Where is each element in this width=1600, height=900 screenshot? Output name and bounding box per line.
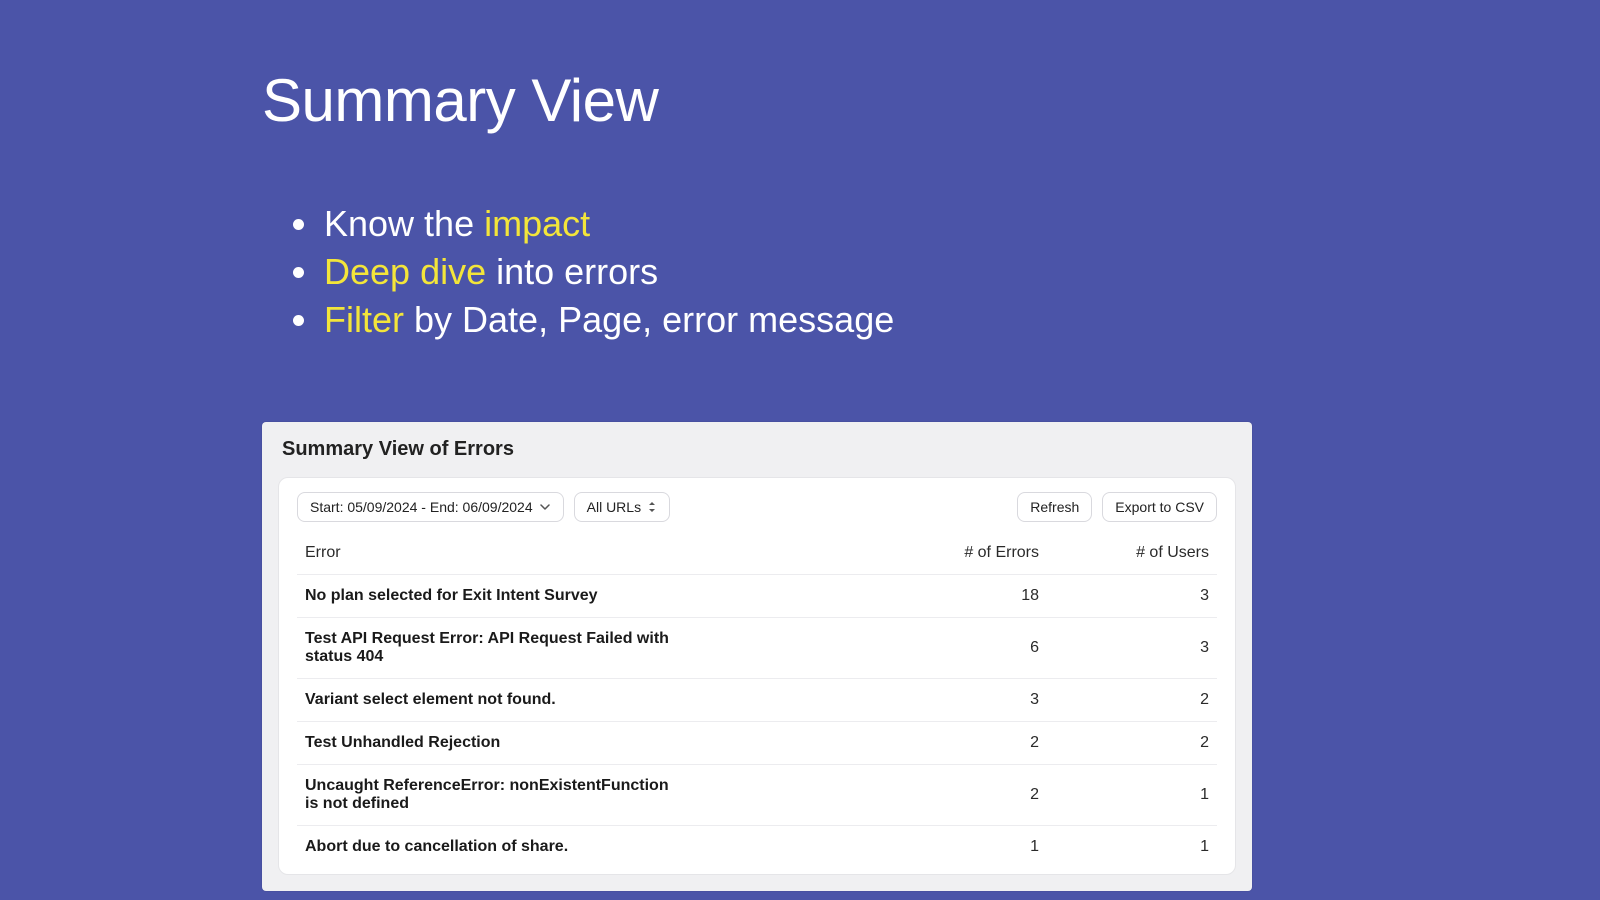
cell-error: Test Unhandled Rejection xyxy=(305,734,705,752)
sort-icon xyxy=(647,501,657,513)
bullet-highlight: impact xyxy=(484,203,590,244)
table-header: Error # of Errors # of Users xyxy=(297,532,1217,575)
cell-count: 1 xyxy=(869,838,1039,856)
cell-users: 2 xyxy=(1039,691,1209,709)
cell-users: 1 xyxy=(1039,838,1209,856)
chevron-down-icon xyxy=(539,501,551,513)
cell-error: No plan selected for Exit Intent Survey xyxy=(305,587,705,605)
export-csv-button[interactable]: Export to CSV xyxy=(1102,492,1217,522)
export-label: Export to CSV xyxy=(1115,500,1204,514)
slide-bullets: Know the impact Deep dive into errors Fi… xyxy=(300,200,894,344)
refresh-label: Refresh xyxy=(1030,500,1079,514)
cell-users: 2 xyxy=(1039,734,1209,752)
table-row[interactable]: Uncaught ReferenceError: nonExistentFunc… xyxy=(297,765,1217,826)
date-range-label: Start: 05/09/2024 - End: 06/09/2024 xyxy=(310,500,533,514)
bullet-item: Deep dive into errors xyxy=(322,248,894,296)
cell-count: 6 xyxy=(869,639,1039,657)
panel-card: Start: 05/09/2024 - End: 06/09/2024 All … xyxy=(278,477,1236,875)
cell-users: 3 xyxy=(1039,639,1209,657)
date-range-picker[interactable]: Start: 05/09/2024 - End: 06/09/2024 xyxy=(297,492,564,522)
cell-count: 3 xyxy=(869,691,1039,709)
toolbar: Start: 05/09/2024 - End: 06/09/2024 All … xyxy=(297,492,1217,522)
col-users: # of Users xyxy=(1039,544,1209,562)
bullet-text: into errors xyxy=(486,251,658,292)
errors-table: Error # of Errors # of Users No plan sel… xyxy=(297,532,1217,868)
bullet-text: by Date, Page, error message xyxy=(404,299,894,340)
cell-count: 18 xyxy=(869,587,1039,605)
bullet-highlight: Deep dive xyxy=(324,251,486,292)
cell-error: Variant select element not found. xyxy=(305,691,705,709)
url-filter-select[interactable]: All URLs xyxy=(574,492,670,522)
table-row[interactable]: Test API Request Error: API Request Fail… xyxy=(297,618,1217,679)
bullet-highlight: Filter xyxy=(324,299,404,340)
bullet-item: Filter by Date, Page, error message xyxy=(322,296,894,344)
cell-count: 2 xyxy=(869,734,1039,752)
table-row[interactable]: Abort due to cancellation of share. 11 xyxy=(297,826,1217,868)
table-row[interactable]: Test Unhandled Rejection 22 xyxy=(297,722,1217,765)
bullet-item: Know the impact xyxy=(322,200,894,248)
table-row[interactable]: Variant select element not found. 32 xyxy=(297,679,1217,722)
cell-error: Abort due to cancellation of share. xyxy=(305,838,705,856)
cell-error: Uncaught ReferenceError: nonExistentFunc… xyxy=(305,777,705,813)
bullet-text: Know the xyxy=(324,203,484,244)
slide-title: Summary View xyxy=(262,66,658,135)
panel-title: Summary View of Errors xyxy=(262,422,1252,471)
col-error: Error xyxy=(305,544,869,562)
table-row[interactable]: No plan selected for Exit Intent Survey 1… xyxy=(297,575,1217,618)
url-filter-label: All URLs xyxy=(587,500,641,514)
refresh-button[interactable]: Refresh xyxy=(1017,492,1092,522)
errors-summary-panel: Summary View of Errors Start: 05/09/2024… xyxy=(262,422,1252,891)
col-count: # of Errors xyxy=(869,544,1039,562)
cell-users: 1 xyxy=(1039,786,1209,804)
cell-error: Test API Request Error: API Request Fail… xyxy=(305,630,705,666)
cell-users: 3 xyxy=(1039,587,1209,605)
cell-count: 2 xyxy=(869,786,1039,804)
